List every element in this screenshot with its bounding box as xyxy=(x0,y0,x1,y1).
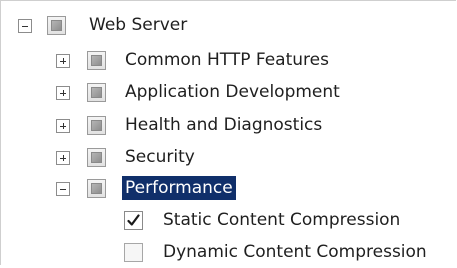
tree-node-common-http-features[interactable]: Common HTTP Features xyxy=(1,46,381,76)
application-development-checkbox[interactable] xyxy=(87,83,106,102)
expand-expander-icon[interactable] xyxy=(56,54,70,68)
tree-node-label: Common HTTP Features xyxy=(125,50,329,70)
tree-node-label: Dynamic Content Compression xyxy=(163,242,427,262)
tree-node-static-content-compression[interactable]: Static Content Compression xyxy=(1,206,451,236)
common-http-features-checkbox[interactable] xyxy=(87,51,106,70)
feature-tree: Web Server Common HTTP Features Applicat… xyxy=(0,0,456,265)
performance-checkbox[interactable] xyxy=(87,179,106,198)
tree-node-label: Static Content Compression xyxy=(163,210,401,230)
tree-node-health-and-diagnostics[interactable]: Health and Diagnostics xyxy=(1,111,381,141)
static-content-compression-checkbox[interactable] xyxy=(124,211,143,230)
collapse-expander-icon[interactable] xyxy=(56,182,70,196)
tree-node-label: Application Development xyxy=(125,82,340,102)
expand-expander-icon[interactable] xyxy=(56,119,70,133)
web-server-checkbox[interactable] xyxy=(47,16,66,35)
tree-node-label-selected: Performance xyxy=(122,176,236,200)
dynamic-content-compression-checkbox[interactable] xyxy=(124,243,143,262)
tree-node-performance[interactable]: Performance xyxy=(1,174,261,204)
expand-expander-icon[interactable] xyxy=(56,151,70,165)
security-checkbox[interactable] xyxy=(87,148,106,167)
tree-node-security[interactable]: Security xyxy=(1,143,221,173)
tree-node-application-development[interactable]: Application Development xyxy=(1,78,401,108)
tree-node-label: Health and Diagnostics xyxy=(125,115,323,135)
tree-node-label: Security xyxy=(125,147,195,167)
tree-node-dynamic-content-compression[interactable]: Dynamic Content Compression xyxy=(1,238,456,268)
expand-expander-icon[interactable] xyxy=(56,86,70,100)
health-and-diagnostics-checkbox[interactable] xyxy=(87,116,106,135)
tree-node-label: Web Server xyxy=(89,15,188,35)
collapse-expander-icon[interactable] xyxy=(18,19,32,33)
tree-node-web-server[interactable]: Web Server xyxy=(1,11,261,41)
checkmark-icon xyxy=(127,214,140,226)
